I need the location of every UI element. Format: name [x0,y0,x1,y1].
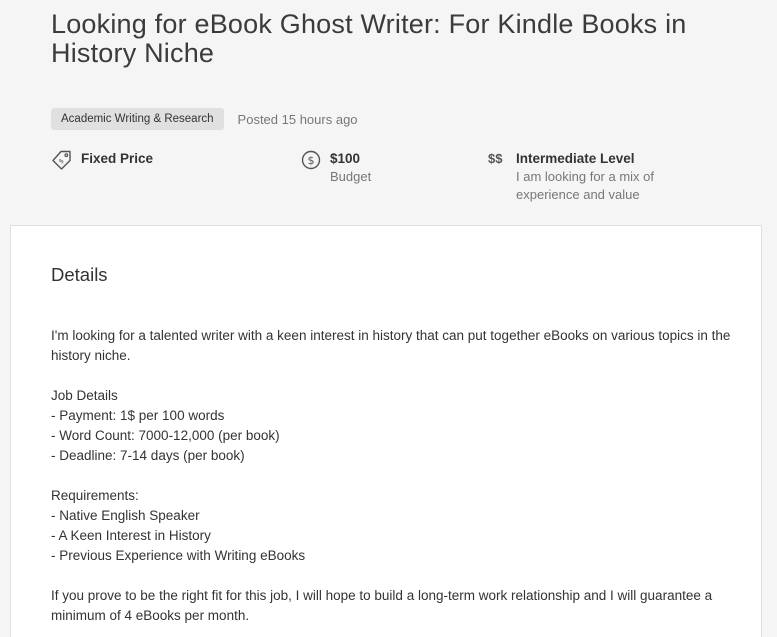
requirement-item: - Native English Speaker [51,508,200,523]
job-details-section: Job Details - Payment: 1$ per 100 words … [51,386,731,466]
details-heading: Details [51,264,108,285]
price-type-label: Fixed Price [81,151,154,166]
svg-text:$: $ [308,154,315,167]
requirements-section: Requirements: - Native English Speaker -… [51,486,731,566]
price-tag-icon: $ [51,150,73,172]
requirements-title: Requirements: [51,488,139,503]
budget-amount: $100 [330,151,361,166]
job-detail-item: - Deadline: 7-14 days (per book) [51,448,245,463]
requirement-item: - A Keen Interest in History [51,528,211,543]
details-intro: I'm looking for a talented writer with a… [51,328,731,363]
budget-label: Budget [330,169,372,184]
budget-feature: $ $100 Budget [300,150,371,186]
job-meta-row: Academic Writing & Research Posted 15 ho… [51,108,358,130]
level-description: I am looking for a mix of experience and… [516,169,654,202]
job-detail-item: - Word Count: 7000-12,000 (per book) [51,428,280,443]
requirement-item: - Previous Experience with Writing eBook… [51,548,306,563]
details-closing: If you prove to be the right fit for thi… [51,588,713,623]
svg-text:$: $ [57,157,66,166]
posted-time: Posted 15 hours ago [237,111,358,127]
category-badge[interactable]: Academic Writing & Research [51,108,224,130]
job-details-title: Job Details [51,388,118,403]
job-detail-item: - Payment: 1$ per 100 words [51,408,225,423]
level-label: Intermediate Level [516,151,635,166]
fixed-price-feature: $ Fixed Price [51,150,153,172]
job-title: Looking for eBook Ghost Writer: For Kind… [51,9,687,68]
experience-level-feature: $$ Intermediate Level I am looking for a… [488,150,706,204]
dollar-circle-icon: $ [300,150,322,172]
level-dollars-icon: $$ [488,151,503,166]
details-panel: Details I'm looking for a talented write… [10,225,762,637]
details-body: I'm looking for a talented writer with a… [51,326,731,637]
